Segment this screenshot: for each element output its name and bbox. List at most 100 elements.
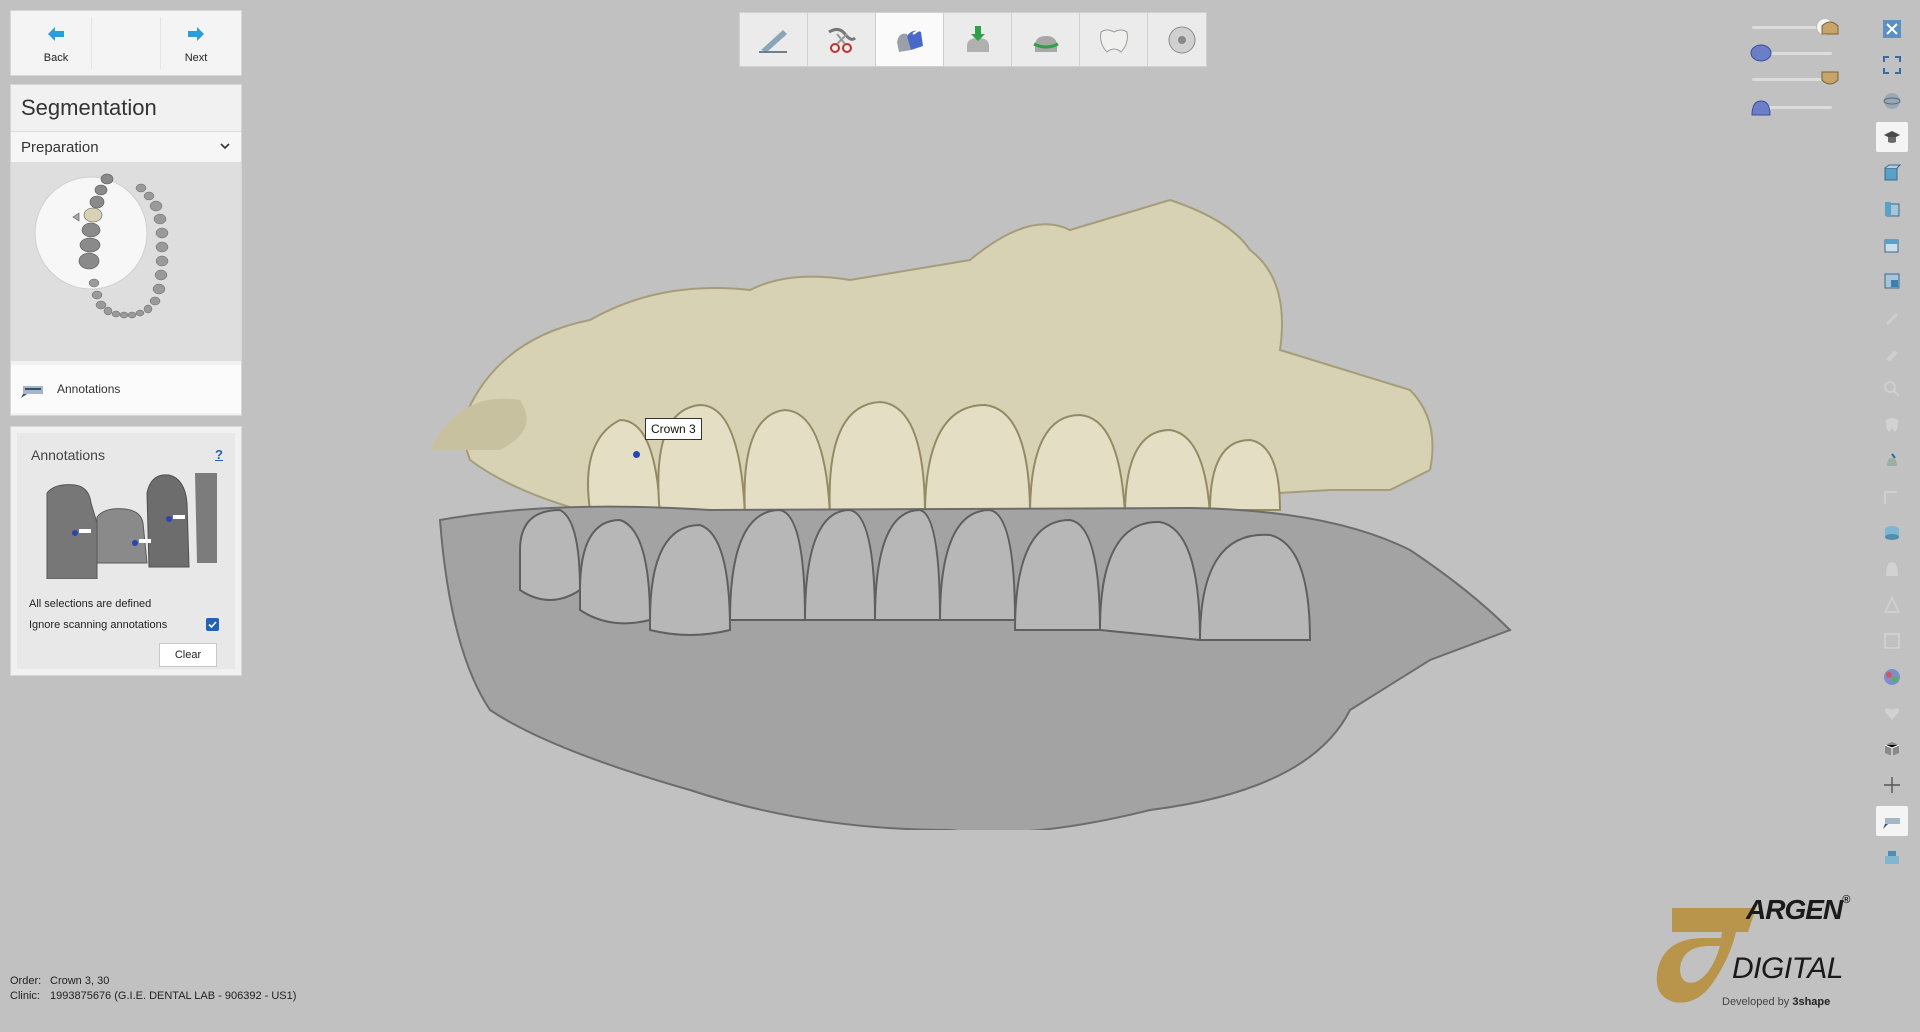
tool-disabled-3[interactable] xyxy=(1876,374,1908,404)
color-map-icon xyxy=(1884,669,1900,685)
annotations-row[interactable]: Annotations xyxy=(11,365,241,413)
upper-jaw-icon xyxy=(1821,21,1839,35)
annotations-panel: Annotations ? All selections are defined… xyxy=(10,426,242,676)
back-arrow-icon xyxy=(48,27,64,41)
page-title: Segmentation xyxy=(21,95,157,120)
annotations-panel-body: Annotations ? All selections are defined… xyxy=(17,433,235,669)
next-button[interactable]: Next xyxy=(161,11,231,75)
annotation-preview-image xyxy=(45,473,217,579)
cube-side-icon xyxy=(1885,202,1900,217)
ignore-annotations-checkbox[interactable] xyxy=(206,618,219,631)
close-view-button[interactable] xyxy=(1876,14,1908,44)
warning-icon xyxy=(1883,596,1901,613)
workflow-toolbar xyxy=(739,12,1207,67)
order-key: Order: xyxy=(10,975,42,987)
tool-margin[interactable] xyxy=(1012,13,1079,66)
logo-brand: ARGEN® xyxy=(1746,894,1850,925)
clinic-key: Clinic: xyxy=(10,990,40,1002)
view-front-button[interactable] xyxy=(1876,158,1908,188)
nav-divider xyxy=(91,17,161,69)
cube-iso-icon xyxy=(1884,273,1900,289)
tool-disabled-9[interactable] xyxy=(1876,698,1908,728)
transparency-button[interactable] xyxy=(1876,734,1908,764)
segmentation-tool-icon xyxy=(897,29,923,52)
tool-disabled-2[interactable] xyxy=(1876,338,1908,368)
next-arrow-icon xyxy=(188,27,204,41)
dental-model-viewport[interactable] xyxy=(430,190,1590,830)
ignore-annotations-label: Ignore scanning annotations xyxy=(29,619,168,631)
chevron-down-icon xyxy=(220,143,230,150)
antagonist-opacity-slider[interactable] xyxy=(1752,68,1839,90)
cross-section-button[interactable] xyxy=(1876,518,1908,548)
tool-disabled-5[interactable] xyxy=(1876,482,1908,512)
next-label: Next xyxy=(184,52,208,64)
scanner-view-button[interactable] xyxy=(1876,842,1908,872)
back-button[interactable]: Back xyxy=(21,11,91,75)
cube-top-icon xyxy=(1884,239,1899,253)
clear-button[interactable]: Clear xyxy=(159,643,217,667)
disc-tool-icon xyxy=(1168,26,1196,54)
annotation-marker[interactable] xyxy=(633,451,640,458)
tool-export[interactable] xyxy=(1148,13,1206,66)
tool-disabled-7[interactable] xyxy=(1876,590,1908,620)
annotations-title: Annotations xyxy=(31,447,105,463)
annotations-row-label: Annotations xyxy=(57,382,121,396)
tooth-outline-icon xyxy=(1885,418,1899,432)
clipping-plane-button[interactable] xyxy=(1876,770,1908,800)
tool-disabled-8[interactable] xyxy=(1876,626,1908,656)
tool-import[interactable] xyxy=(944,13,1011,66)
lower-jaw-model xyxy=(438,505,1512,830)
crown-tooltip: Crown 3 xyxy=(645,418,702,440)
sphere-icon xyxy=(1883,93,1901,109)
annotations-tool-button[interactable] xyxy=(1876,806,1908,836)
crosshair-icon xyxy=(1884,777,1900,793)
view-top-button[interactable] xyxy=(1876,230,1908,260)
fit-view-button[interactable] xyxy=(1876,50,1908,80)
gingiva-opacity-slider[interactable] xyxy=(1751,96,1832,118)
clinic-info: Clinic: 1993875676 (G.I.E. DENTAL LAB - 9… xyxy=(10,990,296,1002)
download-tool-icon xyxy=(967,26,989,52)
tool-disabled-1[interactable] xyxy=(1876,302,1908,332)
tooth-chart[interactable] xyxy=(11,163,241,361)
frame-icon xyxy=(1884,633,1900,649)
logo-sub: DIGITAL xyxy=(1732,952,1843,985)
tool-disabled-6[interactable] xyxy=(1876,554,1908,584)
scanner-icon xyxy=(1885,851,1899,864)
box-icon xyxy=(1884,742,1900,756)
dental-arch-diagram xyxy=(34,173,169,319)
margin-tool-icon xyxy=(1033,36,1059,52)
prep-icon xyxy=(1750,44,1772,62)
tool-trim[interactable] xyxy=(808,13,875,66)
antagonist-icon xyxy=(1821,71,1839,85)
shell-icon xyxy=(1886,562,1898,576)
heart-icon xyxy=(1885,708,1899,720)
tool-segmentation[interactable] xyxy=(876,13,943,66)
help-link[interactable]: ? xyxy=(215,447,223,462)
view-tools-sidebar xyxy=(1876,14,1908,884)
view-side-button[interactable] xyxy=(1876,194,1908,224)
close-icon xyxy=(1883,20,1901,38)
color-map-button[interactable] xyxy=(1876,662,1908,692)
tool-scan[interactable] xyxy=(740,13,807,66)
clinic-value: 1993875676 (G.I.E. DENTAL LAB - 906392 -… xyxy=(50,990,297,1002)
tutorial-button[interactable] xyxy=(1876,122,1908,152)
trim-tool-icon xyxy=(828,27,857,53)
tool-crown[interactable] xyxy=(1080,13,1147,66)
rotate-view-button[interactable] xyxy=(1876,86,1908,116)
annotation-pen-icon xyxy=(21,386,43,398)
gingiva-icon xyxy=(1751,100,1771,116)
measure-button[interactable] xyxy=(1876,446,1908,476)
preparation-dropdown[interactable]: Preparation xyxy=(11,131,241,163)
preparation-opacity-slider[interactable] xyxy=(1750,42,1832,64)
navigation-panel: Back Next xyxy=(10,10,242,76)
tool-disabled-4[interactable] xyxy=(1876,410,1908,440)
order-info: Order: Crown 3, 30 xyxy=(10,975,109,987)
graduation-cap-icon xyxy=(1884,131,1900,143)
probe-icon xyxy=(1887,453,1897,466)
logo-developer: Developed by 3shape xyxy=(1722,996,1831,1008)
upper-jaw-opacity-slider[interactable] xyxy=(1752,16,1839,38)
view-iso-button[interactable] xyxy=(1876,266,1908,296)
preparation-label: Preparation xyxy=(21,139,99,156)
cube-front-icon xyxy=(1884,164,1901,181)
selection-status: All selections are defined xyxy=(29,598,152,610)
